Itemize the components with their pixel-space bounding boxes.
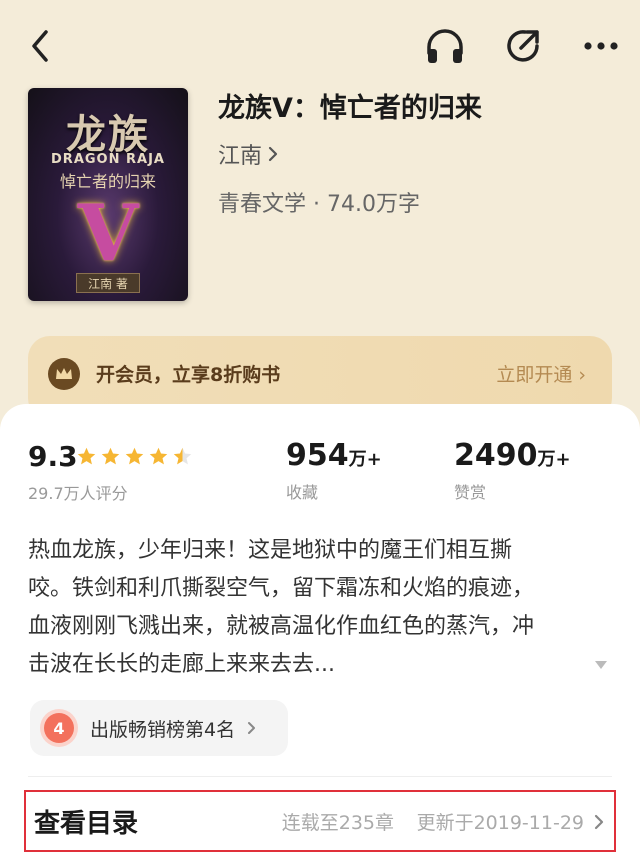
intro-line: 血液刚刚飞溅出来，就被高温化作血红色的蒸汽，冲 <box>28 614 535 639</box>
collect-unit: 万+ <box>348 449 382 470</box>
reward-label: 赞赏 <box>454 483 487 502</box>
book-meta: 青春文学 · 74.0万字 <box>218 192 420 217</box>
book-title: 龙族V：悼亡者的归来 <box>218 93 482 124</box>
reward-count: 2490 <box>454 438 538 473</box>
star-icon <box>101 447 120 465</box>
rank-text: 出版畅销榜第4名 <box>90 718 236 741</box>
divider <box>28 776 612 777</box>
half-star-icon <box>173 447 192 465</box>
toc-update-date: 更新于2019-11-29 <box>416 811 584 834</box>
collect-stat: 954万+ 收藏 <box>286 438 382 503</box>
star-icon <box>77 447 96 465</box>
rank-badge: 4 <box>44 713 74 743</box>
rating-count-label: 29.7万人评分 <box>28 484 128 503</box>
intro-line: 热血龙族，少年归来！这是地狱中的魔王们相互撕 <box>28 538 513 563</box>
top-bar <box>0 0 640 90</box>
collect-label: 收藏 <box>286 483 319 502</box>
back-chevron-icon[interactable] <box>22 26 58 66</box>
share-icon[interactable] <box>500 26 546 66</box>
more-dots-icon[interactable] <box>578 26 624 66</box>
intro-line: 击波在长长的走廊上来来去去... <box>28 652 335 677</box>
vip-open-button[interactable]: 立即开通 › <box>496 360 586 387</box>
star-icon <box>149 447 168 465</box>
collect-count: 954 <box>286 438 349 473</box>
chevron-right-icon <box>268 146 278 162</box>
vip-promo-text: 开会员，立享8折购书 <box>96 364 281 386</box>
book-cover[interactable]: 龙族 DRAGON RAJA 悼亡者的归来 V 江南 著 <box>28 88 188 301</box>
author-link[interactable]: 江南 <box>218 138 278 170</box>
reward-stat: 2490万+ 赞赏 <box>454 438 571 503</box>
chevron-right-icon <box>594 814 604 830</box>
star-icon <box>125 447 144 465</box>
cover-english-title: DRAGON RAJA <box>51 152 165 167</box>
table-of-contents-row[interactable]: 查看目录 连载至235章 更新于2019-11-29 <box>24 790 616 852</box>
toc-serial-status: 连载至235章 <box>281 811 394 834</box>
chevron-right-icon <box>248 722 256 734</box>
toc-title: 查看目录 <box>34 808 139 839</box>
expand-arrow-icon[interactable] <box>594 655 608 674</box>
book-intro[interactable]: 热血龙族，少年归来！这是地狱中的魔王们相互撕 咬。铁剑和利爪撕裂空气，留下霜冻和… <box>28 532 610 684</box>
author-name: 江南 <box>218 144 263 169</box>
rating-score: 9.3 <box>28 440 78 473</box>
cover-author: 江南 著 <box>76 273 140 293</box>
bestseller-rank-chip[interactable]: 4 出版畅销榜第4名 <box>30 700 288 756</box>
rating-stars <box>76 446 193 467</box>
reward-unit: 万+ <box>537 449 571 470</box>
headphones-icon[interactable] <box>422 26 468 66</box>
cover-numeral: V <box>77 188 139 279</box>
crown-icon <box>48 358 80 390</box>
intro-line: 咬。铁剑和利爪撕裂空气，留下霜冻和火焰的痕迹， <box>28 576 535 601</box>
